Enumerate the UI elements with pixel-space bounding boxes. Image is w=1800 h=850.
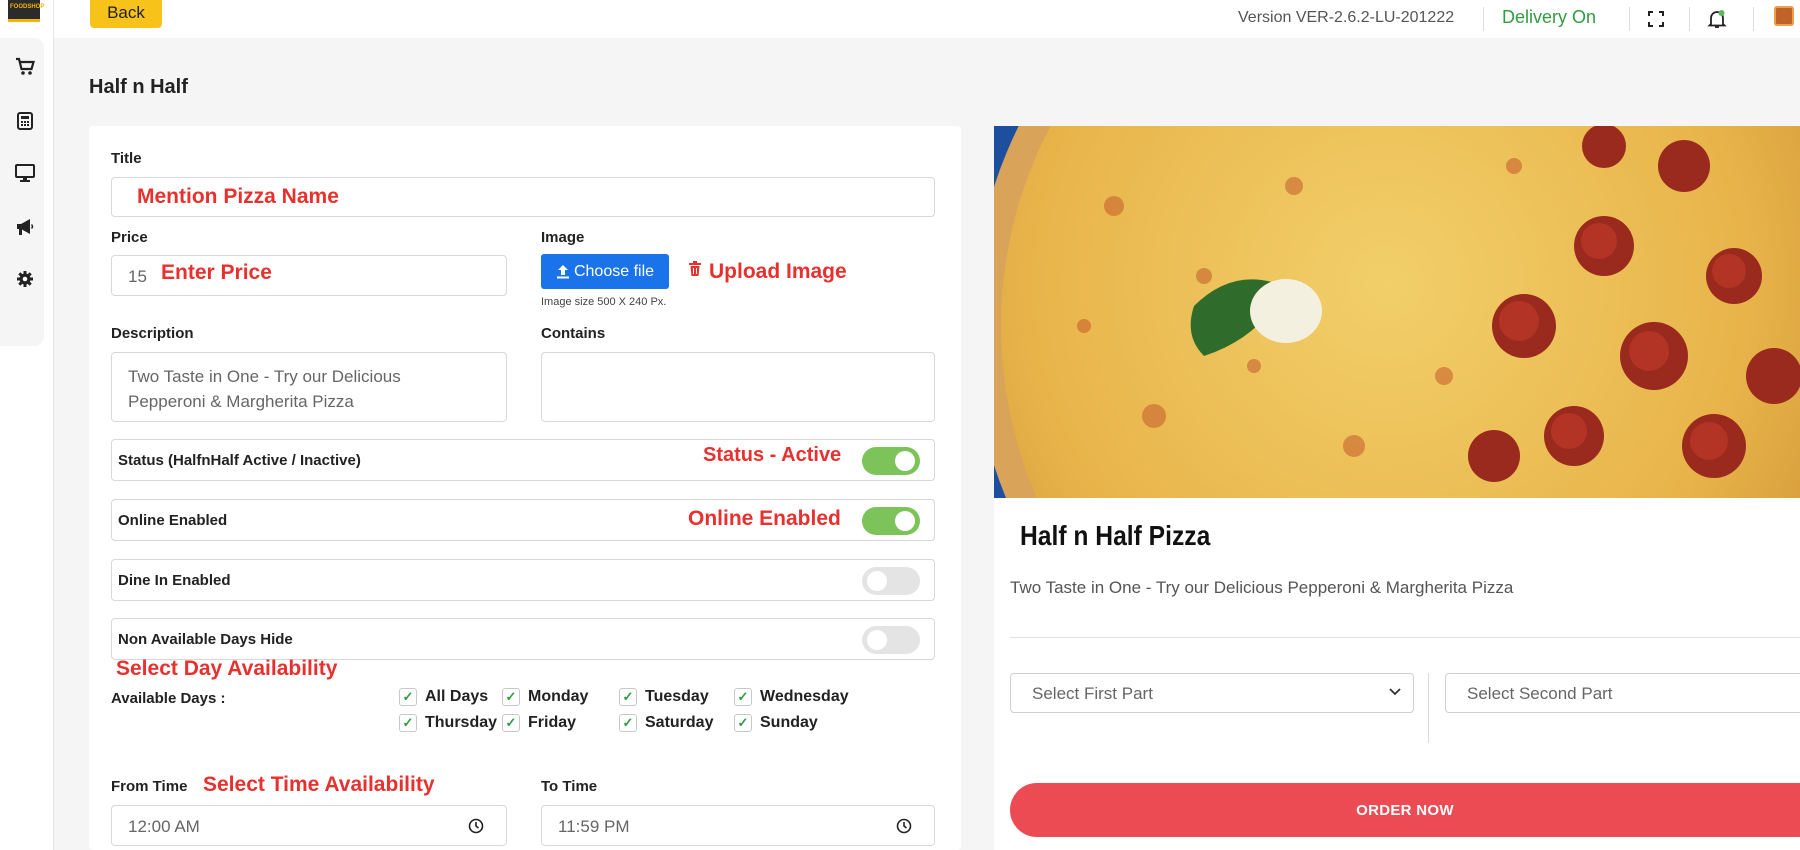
- checkbox[interactable]: ✓: [619, 714, 637, 732]
- description-value: Two Taste in One - Try our Delicious Pep…: [128, 367, 401, 411]
- upload-icon: [556, 265, 569, 279]
- to-time-label: To Time: [541, 778, 598, 795]
- second-part-select[interactable]: Select Second Part: [1445, 673, 1800, 713]
- clock-icon[interactable]: [468, 818, 484, 834]
- topbar: Back Version VER-2.6.2-LU-201222 Deliver…: [54, 0, 1800, 38]
- time-annotation: Select Time Availability: [203, 773, 435, 796]
- logo-text: FOODSHOP: [10, 4, 45, 10]
- app-logo[interactable]: FOODSHOP: [8, 0, 44, 22]
- first-part-placeholder: Select First Part: [1032, 684, 1153, 703]
- clock-icon[interactable]: [896, 818, 912, 834]
- select-divider: [1428, 673, 1429, 743]
- nonavail-toggle[interactable]: [862, 626, 920, 654]
- status-toggle[interactable]: [862, 447, 920, 475]
- bell-icon[interactable]: [1706, 8, 1728, 30]
- online-label: Online Enabled: [118, 512, 228, 529]
- choose-file-label: Choose file: [573, 262, 655, 280]
- checkbox[interactable]: ✓: [502, 714, 520, 732]
- checkbox[interactable]: ✓: [399, 714, 417, 732]
- checkbox[interactable]: ✓: [399, 688, 417, 706]
- gear-icon[interactable]: [14, 268, 36, 290]
- day-label: All Days: [425, 688, 489, 705]
- price-value: 15: [128, 267, 147, 286]
- back-button[interactable]: Back: [90, 0, 162, 28]
- dinein-toggle[interactable]: [862, 567, 920, 595]
- day-label: Friday: [528, 714, 577, 731]
- form-card: Title Mention Pizza Name Price 15 Enter …: [89, 126, 961, 850]
- page-title: Half n Half: [89, 76, 188, 98]
- day-label: Thursday: [425, 714, 498, 731]
- second-part-placeholder: Select Second Part: [1467, 684, 1613, 703]
- day-label: Sunday: [760, 714, 818, 731]
- pizza-name: Half n Half Pizza: [1020, 520, 1211, 551]
- nonavail-label: Non Available Days Hide: [118, 631, 293, 648]
- day-checkbox-item[interactable]: ✓ Monday: [502, 688, 588, 706]
- status-label: Status (HalfnHalf Active / Inactive): [118, 452, 361, 469]
- divider: [1010, 637, 1800, 638]
- side-nav: [0, 38, 44, 346]
- preview-card: Half n Half Pizza Two Taste in One - Try…: [994, 126, 1800, 850]
- days-annotation: Select Day Availability: [116, 657, 338, 680]
- day-checkbox-item[interactable]: ✓ Saturday: [619, 714, 713, 732]
- online-annotation: Online Enabled: [688, 507, 841, 530]
- online-toggle[interactable]: [862, 507, 920, 535]
- title-label: Title: [111, 150, 142, 167]
- dinein-label: Dine In Enabled: [118, 572, 231, 589]
- day-label: Saturday: [645, 714, 714, 731]
- order-now-button[interactable]: ORDER NOW: [1010, 783, 1800, 837]
- topbar-divider: [1629, 7, 1630, 31]
- price-annotation: Enter Price: [161, 261, 272, 284]
- title-annotation: Mention Pizza Name: [137, 185, 339, 208]
- to-time-value: 11:59 PM: [558, 817, 630, 836]
- from-time-value: 12:00 AM: [128, 817, 200, 836]
- first-part-select[interactable]: Select First Part: [1010, 673, 1414, 713]
- status-annotation: Status - Active: [703, 444, 842, 466]
- checkbox[interactable]: ✓: [734, 714, 752, 732]
- description-textarea[interactable]: Two Taste in One - Try our Delicious Pep…: [111, 352, 507, 422]
- day-checkbox-item[interactable]: ✓ Tuesday: [619, 688, 709, 706]
- avatar[interactable]: [1774, 6, 1794, 26]
- day-checkbox-item[interactable]: ✓ Wednesday: [734, 688, 849, 706]
- day-checkbox-item[interactable]: ✓ Sunday: [734, 714, 818, 732]
- image-annotation: Upload Image: [709, 260, 847, 283]
- megaphone-icon[interactable]: [14, 216, 36, 238]
- from-time-label: From Time: [111, 778, 188, 795]
- sidebar: FOODSHOP: [0, 0, 54, 850]
- day-checkbox-item[interactable]: ✓ Thursday: [399, 714, 497, 732]
- contains-label: Contains: [541, 325, 606, 342]
- topbar-divider: [1483, 7, 1484, 31]
- checkbox[interactable]: ✓: [734, 688, 752, 706]
- chevron-down-icon: [1389, 688, 1401, 696]
- dinein-row: Dine In Enabled: [111, 559, 935, 601]
- description-label: Description: [111, 325, 194, 342]
- pizza-description: Two Taste in One - Try our Delicious Pep…: [1010, 578, 1514, 597]
- fullscreen-icon[interactable]: [1645, 8, 1667, 30]
- version-label: Version VER-2.6.2-LU-201222: [1238, 9, 1455, 26]
- cart-icon[interactable]: [14, 56, 36, 78]
- checkbox[interactable]: ✓: [502, 688, 520, 706]
- day-label: Wednesday: [760, 688, 849, 705]
- image-label: Image: [541, 229, 585, 246]
- image-size-note: Image size 500 X 240 Px.: [541, 296, 667, 308]
- contains-textarea[interactable]: [541, 352, 935, 422]
- choose-file-button[interactable]: Choose file: [541, 254, 669, 289]
- day-checkbox-item[interactable]: ✓ Friday: [502, 714, 576, 732]
- from-time-input[interactable]: 12:00 AM: [111, 805, 507, 846]
- day-checkbox-item[interactable]: ✓ All Days: [399, 688, 488, 706]
- calculator-icon[interactable]: [14, 110, 36, 132]
- checkbox[interactable]: ✓: [619, 688, 637, 706]
- nonavail-row: Non Available Days Hide: [111, 618, 935, 660]
- to-time-input[interactable]: 11:59 PM: [541, 805, 935, 846]
- day-label: Tuesday: [645, 688, 709, 705]
- available-days-label: Available Days :: [111, 690, 226, 707]
- pizza-image: [994, 126, 1800, 498]
- price-label: Price: [111, 229, 148, 246]
- topbar-divider: [1753, 7, 1754, 31]
- monitor-icon[interactable]: [14, 162, 36, 184]
- trash-icon[interactable]: [689, 261, 703, 277]
- topbar-divider: [1689, 7, 1690, 31]
- day-label: Monday: [528, 688, 589, 705]
- delivery-status[interactable]: Delivery On: [1502, 7, 1596, 28]
